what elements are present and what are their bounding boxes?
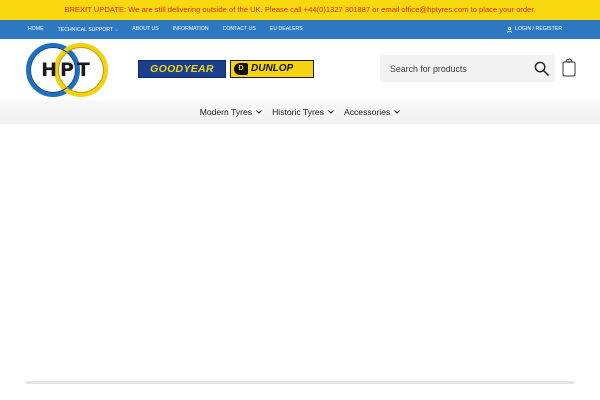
top-nav: HOME TECHNICAL SUPPORT ⌵ ABOUT US INFORMA…: [0, 20, 600, 39]
top-nav-about-us[interactable]: ABOUT US: [132, 20, 158, 40]
cart-count: 0: [567, 59, 571, 65]
nav-historic-tyres[interactable]: Historic Tyres: [272, 107, 334, 117]
cart-button[interactable]: 0: [561, 56, 577, 78]
dunlop-d-icon: D: [234, 63, 248, 75]
dunlop-logo[interactable]: D DUNLOP: [230, 60, 314, 78]
goodyear-logo[interactable]: GOODYEAR: [138, 60, 226, 78]
nav-accessories-label: Accessories: [343, 107, 391, 117]
top-nav-home[interactable]: HOME: [28, 20, 44, 40]
content-divider: [26, 381, 574, 384]
top-nav-technical-support-label: TECHNICAL SUPPORT: [57, 27, 114, 33]
nav-modern-tyres[interactable]: Modern Tyres: [200, 107, 262, 117]
top-nav-links: HOME TECHNICAL SUPPORT ⌵ ABOUT US INFORMA…: [28, 20, 317, 40]
search-icon[interactable]: [534, 61, 549, 76]
chevron-down-icon: [394, 110, 401, 114]
nav-historic-tyres-label: Historic Tyres: [272, 107, 324, 117]
top-nav-information[interactable]: INFORMATION: [173, 20, 209, 40]
top-nav-contact-us[interactable]: CONTACT US: [223, 20, 256, 40]
chevron-down-icon: [328, 110, 334, 114]
logo-text: HPT: [41, 59, 93, 81]
nav-accessories[interactable]: Accessories: [343, 107, 401, 117]
top-nav-technical-support[interactable]: TECHNICAL SUPPORT ⌵: [58, 20, 119, 40]
chevron-down-icon: ⌵: [115, 27, 119, 32]
hpt-logo[interactable]: HPT: [24, 42, 110, 98]
search-box: [380, 55, 555, 82]
dunlop-label: DUNLOP: [251, 63, 294, 74]
main-nav: Modern Tyres Historic Tyres Accessories: [0, 100, 600, 124]
user-icon: [507, 26, 512, 33]
top-nav-eu-dealers[interactable]: EU DEALERS: [270, 20, 303, 40]
chevron-down-icon: [256, 110, 262, 114]
search-input[interactable]: [380, 55, 530, 82]
nav-modern-tyres-label: Modern Tyres: [199, 107, 253, 117]
announcement-bar: BREXIT UPDATE: We are still delivering o…: [0, 0, 600, 20]
login-register-link[interactable]: LOGIN / REGISTER: [507, 20, 562, 39]
login-register-label: LOGIN / REGISTER: [515, 26, 562, 32]
